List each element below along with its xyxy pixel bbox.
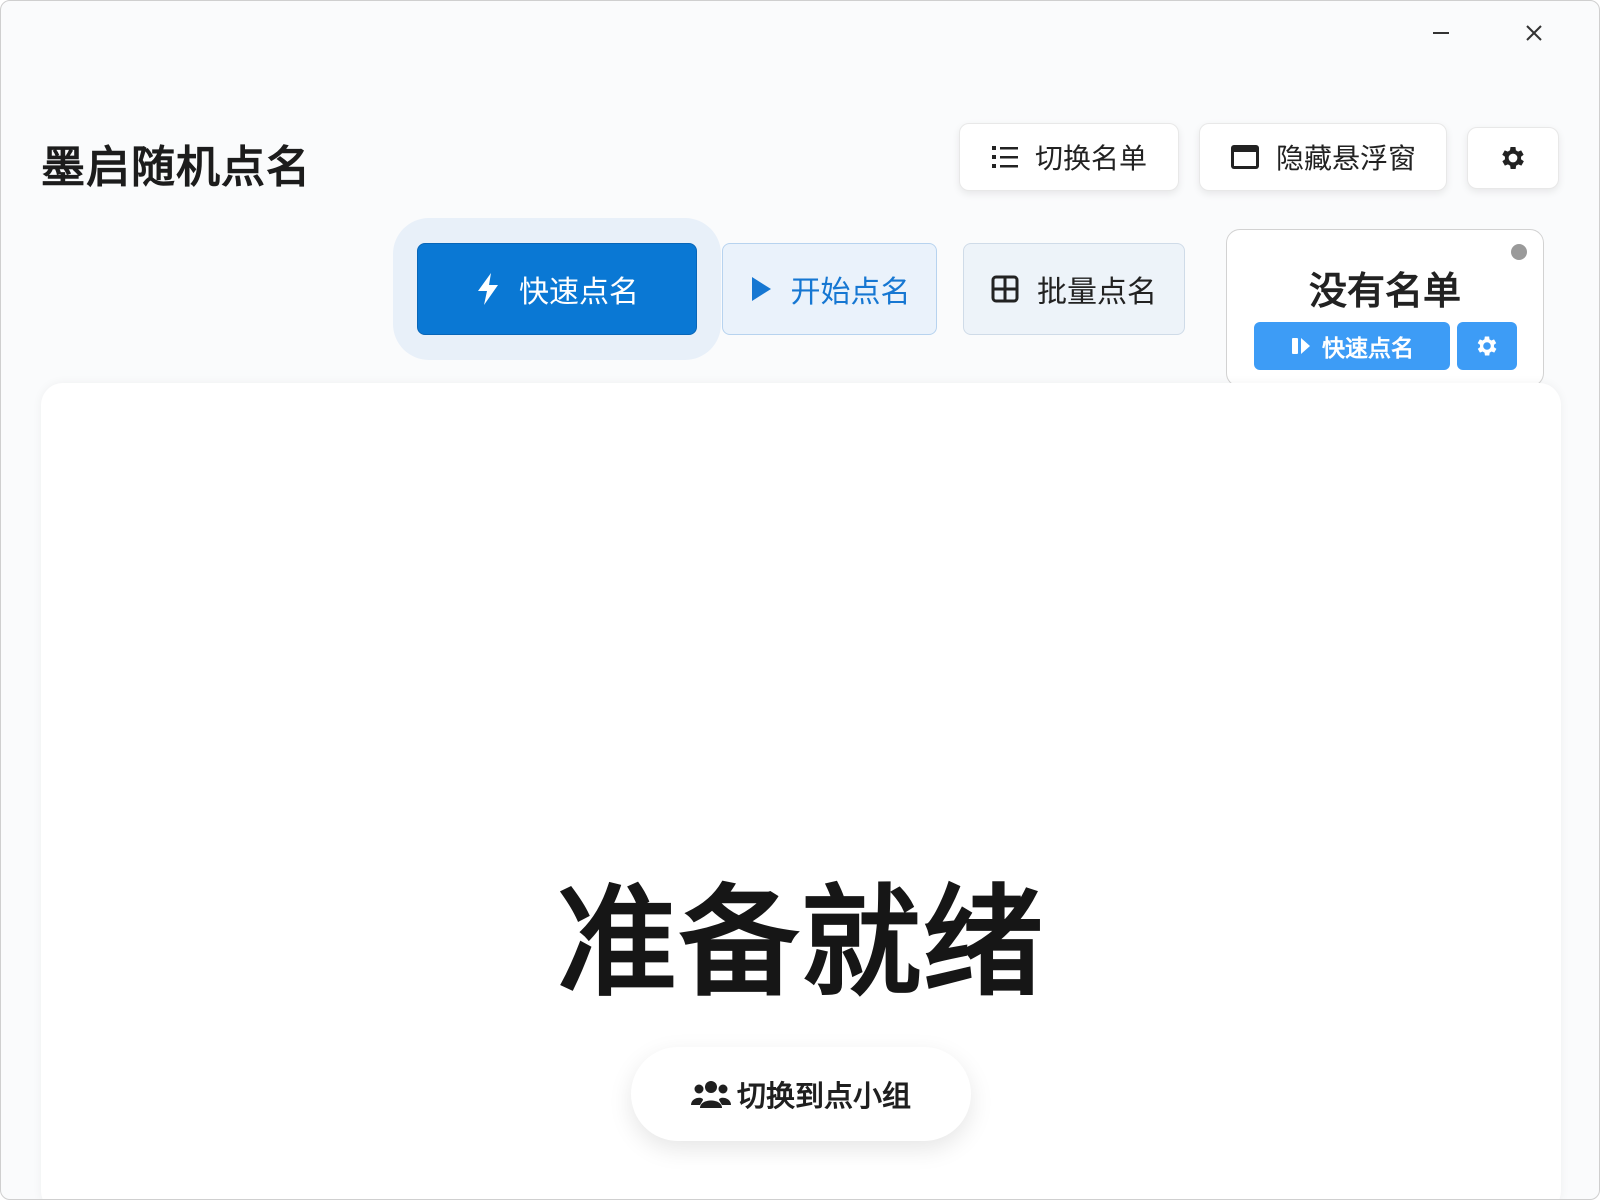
hide-float-button[interactable]: 隐藏悬浮窗: [1199, 123, 1447, 191]
minimize-icon: [1433, 32, 1449, 34]
float-settings-button[interactable]: [1457, 322, 1517, 370]
gear-icon: [1502, 147, 1524, 169]
minimize-button[interactable]: [1411, 15, 1471, 51]
lightning-icon: [478, 273, 498, 305]
app-window: 墨启随机点名 切换名单 隐藏悬浮窗 快速点名 开始点名 批量点名 没有名单 快速…: [0, 0, 1600, 1200]
users-icon: [690, 1081, 731, 1108]
gear-icon: [1477, 336, 1497, 356]
switch-list-label: 切换名单: [1034, 142, 1147, 175]
quick-call-button[interactable]: 快速点名: [417, 243, 697, 335]
batch-call-button[interactable]: 批量点名: [963, 243, 1185, 335]
float-quick-call-label: 快速点名: [1322, 336, 1414, 362]
main-panel: 准备就绪 切换到点小组: [41, 383, 1561, 1199]
float-title: 没有名单: [1308, 269, 1461, 313]
close-button[interactable]: [1504, 15, 1564, 51]
switch-list-button[interactable]: 切换名单: [959, 123, 1179, 191]
settings-button[interactable]: [1467, 127, 1559, 189]
app-title: 墨启随机点名: [41, 142, 311, 193]
start-call-button[interactable]: 开始点名: [722, 243, 937, 335]
status-dot: [1511, 244, 1527, 260]
switch-to-group-label: 切换到点小组: [736, 1079, 911, 1113]
quick-call-label: 快速点名: [519, 275, 639, 310]
start-call-label: 开始点名: [790, 275, 911, 310]
hide-float-label: 隐藏悬浮窗: [1275, 142, 1416, 175]
list-icon: [991, 146, 1018, 168]
close-icon: [1526, 25, 1542, 41]
floating-widget[interactable]: 没有名单 快速点名: [1226, 229, 1544, 387]
grid-icon: [991, 275, 1019, 303]
float-quick-call-button[interactable]: 快速点名: [1254, 322, 1450, 370]
play-icon: [751, 277, 771, 301]
batch-call-label: 批量点名: [1037, 275, 1157, 310]
window-icon: [1230, 145, 1259, 169]
pause-icon: [1292, 338, 1310, 354]
switch-to-group-button[interactable]: 切换到点小组: [631, 1047, 971, 1141]
status-text: 准备就绪: [557, 874, 1045, 1013]
